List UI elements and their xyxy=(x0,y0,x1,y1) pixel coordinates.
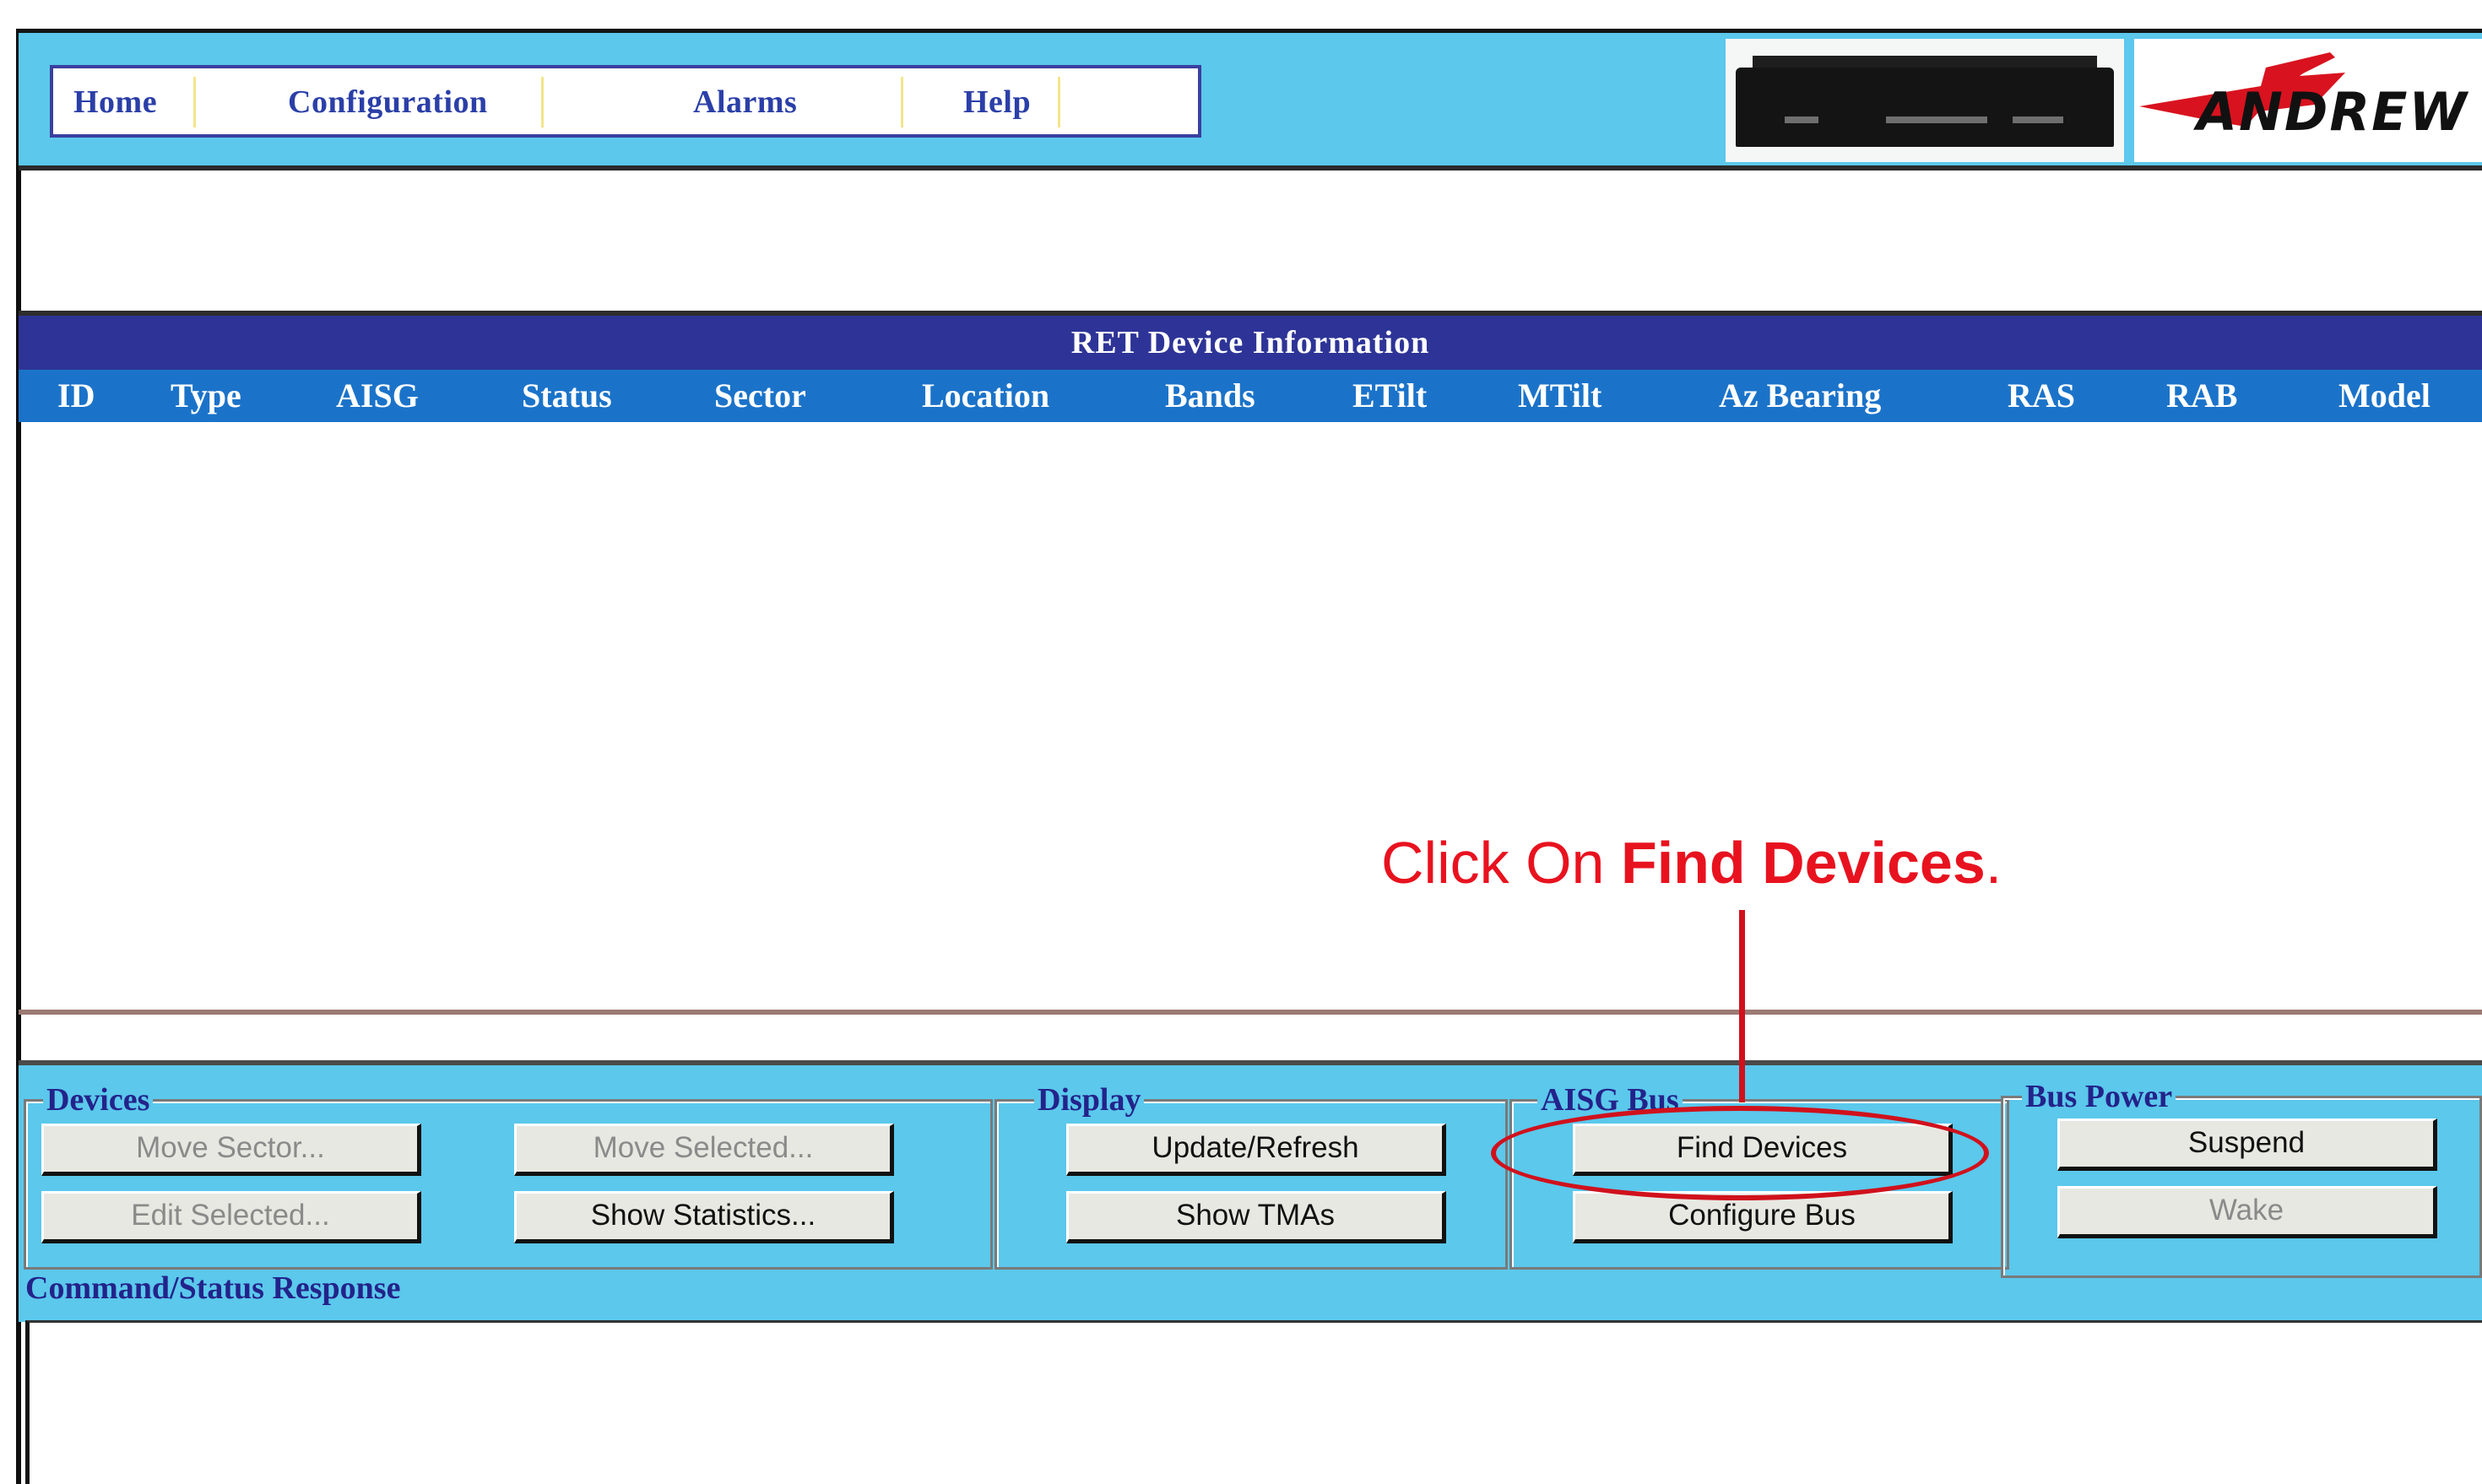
wake-button[interactable]: Wake xyxy=(2057,1186,2437,1238)
bus-power-group-label: Bus Power xyxy=(2022,1080,2176,1113)
nav-separator xyxy=(901,77,903,127)
move-selected-button[interactable]: Move Selected... xyxy=(514,1124,894,1176)
column-header-az-bearing[interactable]: Az Bearing xyxy=(1719,370,1881,422)
column-header-rab[interactable]: RAB xyxy=(2166,370,2237,422)
display-group: Display Update/Refresh Show TMAs xyxy=(994,1083,1508,1270)
andrew-logo: ANDREW xyxy=(2134,39,2482,162)
nav-help[interactable]: Help xyxy=(963,80,1031,124)
product-image-body xyxy=(1736,68,2114,147)
column-header-type[interactable]: Type xyxy=(171,370,241,422)
edit-selected-button[interactable]: Edit Selected... xyxy=(41,1191,421,1243)
table-bottom-divider xyxy=(19,1010,2482,1015)
nav-separator xyxy=(541,77,544,127)
nav-separator xyxy=(193,77,196,127)
bus-power-group: Bus Power Suspend Wake xyxy=(2001,1080,2482,1278)
header-bar: Home Configuration Alarms Help ANDREW xyxy=(19,29,2482,171)
product-image-detail xyxy=(1886,116,1987,123)
nav-alarms[interactable]: Alarms xyxy=(693,80,797,124)
aisg-bus-group: AISG Bus Find Devices Configure Bus xyxy=(1509,1083,2009,1270)
show-tmas-button[interactable]: Show TMAs xyxy=(1066,1191,1446,1243)
instruction-prefix: Click On xyxy=(1381,830,1621,896)
nav-configuration[interactable]: Configuration xyxy=(288,80,488,124)
product-image-detail xyxy=(1785,116,1818,123)
suspend-button[interactable]: Suspend xyxy=(2057,1118,2437,1171)
column-header-id[interactable]: ID xyxy=(57,370,95,422)
column-header-ras[interactable]: RAS xyxy=(2008,370,2075,422)
ret-device-table: RET Device Information ID Type AISG Stat… xyxy=(19,311,2482,427)
table-title: RET Device Information xyxy=(19,316,2482,370)
aisg-bus-group-label: AISG Bus xyxy=(1537,1083,1683,1117)
column-header-sector[interactable]: Sector xyxy=(714,370,806,422)
status-response-label: Command/Status Response xyxy=(25,1270,401,1306)
instruction-emphasis: Find Devices xyxy=(1620,830,1986,896)
column-header-mtilt[interactable]: MTilt xyxy=(1518,370,1601,422)
annotation-pointer-line xyxy=(1739,910,1745,1102)
display-group-label: Display xyxy=(1034,1083,1145,1117)
column-header-model[interactable]: Model xyxy=(2338,370,2431,422)
product-image-detail xyxy=(2013,116,2063,123)
update-refresh-button[interactable]: Update/Refresh xyxy=(1066,1124,1446,1176)
status-response-area[interactable] xyxy=(25,1320,2482,1484)
nav-separator xyxy=(1058,77,1060,127)
find-devices-button[interactable]: Find Devices xyxy=(1573,1124,1953,1176)
devices-group: Devices Move Sector... Move Selected... … xyxy=(24,1083,993,1270)
instruction-annotation: Click On Find Devices. xyxy=(1381,829,2002,896)
product-image xyxy=(1726,39,2124,162)
column-header-location[interactable]: Location xyxy=(922,370,1049,422)
move-sector-button[interactable]: Move Sector... xyxy=(41,1124,421,1176)
show-statistics-button[interactable]: Show Statistics... xyxy=(514,1191,894,1243)
column-header-aisg[interactable]: AISG xyxy=(336,370,419,422)
instruction-suffix: . xyxy=(1985,830,2002,896)
column-header-bands[interactable]: Bands xyxy=(1165,370,1255,422)
nav-menu: Home Configuration Alarms Help xyxy=(50,65,1201,138)
nav-home[interactable]: Home xyxy=(73,80,157,124)
configure-bus-button[interactable]: Configure Bus xyxy=(1573,1191,1953,1243)
column-header-etilt[interactable]: ETilt xyxy=(1352,370,1427,422)
table-header-row: ID Type AISG Status Sector Location Band… xyxy=(19,370,2482,422)
column-header-status[interactable]: Status xyxy=(522,370,612,422)
devices-group-label: Devices xyxy=(43,1083,154,1117)
logo-text: ANDREW xyxy=(2197,81,2468,143)
